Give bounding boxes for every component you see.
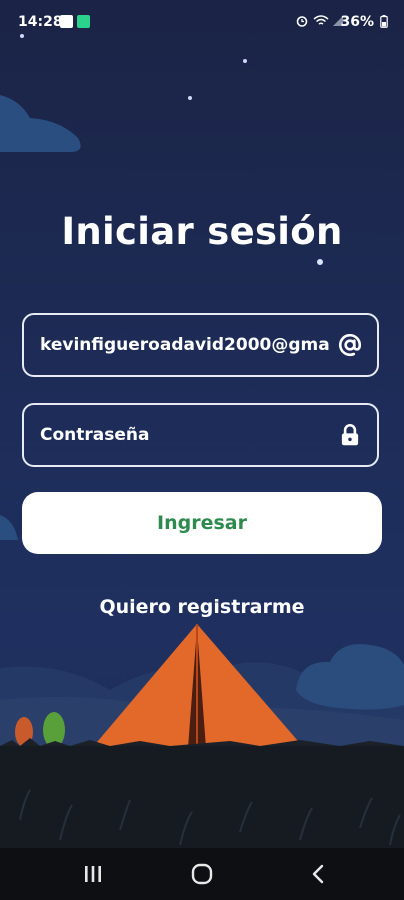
- password-input[interactable]: [40, 405, 330, 465]
- login-screen: 14:28 36% Iniciar sesión Ingresar Quiero…: [0, 0, 404, 900]
- password-field[interactable]: [22, 403, 379, 467]
- battery-icon: [380, 15, 388, 28]
- email-field[interactable]: [22, 313, 379, 377]
- cloud: [0, 95, 81, 152]
- star: [317, 259, 323, 265]
- alarm-icon: [296, 16, 308, 27]
- status-time: 14:28: [18, 14, 63, 30]
- cloud: [296, 644, 404, 710]
- notification-icon: [60, 15, 73, 28]
- battery-text: 36%: [340, 14, 374, 30]
- app-notification-icon: [77, 15, 90, 28]
- page-title: Iniciar sesión: [61, 210, 343, 253]
- recent-apps-icon[interactable]: [78, 862, 108, 886]
- back-icon[interactable]: [304, 862, 334, 886]
- system-navigation-bar: [0, 848, 404, 900]
- lock-icon: [341, 424, 359, 446]
- star: [188, 96, 192, 100]
- at-sign-icon: [338, 333, 362, 356]
- star: [243, 59, 247, 63]
- ground: [0, 746, 404, 848]
- wifi-icon: [313, 15, 329, 25]
- status-bar: 14:28 36%: [0, 0, 404, 38]
- login-button[interactable]: Ingresar: [22, 492, 382, 554]
- home-icon[interactable]: [187, 862, 217, 886]
- email-input[interactable]: [40, 315, 330, 375]
- cloud: [0, 515, 18, 540]
- register-link[interactable]: Quiero registrarme: [0, 596, 404, 618]
